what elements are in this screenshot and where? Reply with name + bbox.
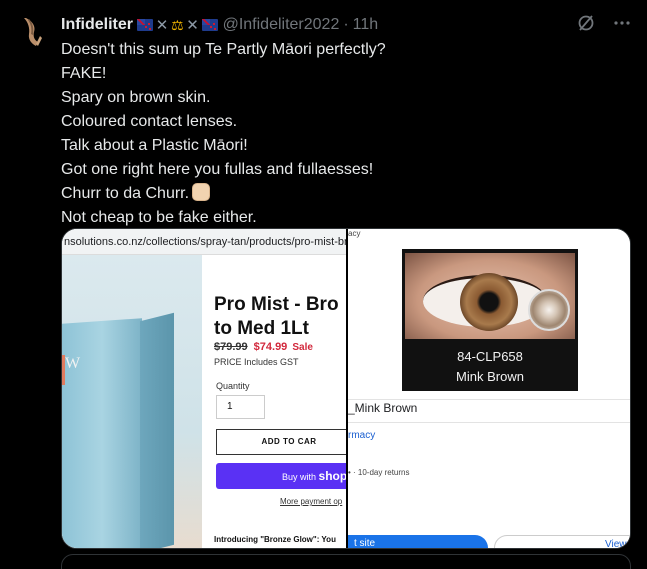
tweet-header: Infideliter ✕ ⚖ ✕ @Infideliter2022 · 11h — [61, 14, 378, 36]
scales-icon: ⚖ — [171, 16, 184, 33]
tweet-line: Not cheap to be fake either. — [61, 209, 257, 226]
quantity-label: Quantity — [216, 381, 250, 391]
shop-pay-button: Buy with shop — [216, 463, 346, 489]
lens-product-image: 84-CLP658 Mink Brown — [402, 249, 578, 391]
product-box-side — [140, 312, 174, 548]
eye-iris — [460, 273, 518, 331]
tweet-line: Churr to da Churr. — [61, 182, 631, 206]
browser-url-fragment: acy — [348, 229, 630, 241]
lens-name: Mink Brown — [456, 369, 524, 384]
shop-pay-brand: shop — [318, 469, 346, 483]
more-options-icon[interactable] — [613, 14, 631, 32]
browser-url-bar: nsolutions.co.nz/collections/spray-tan/p… — [62, 229, 346, 255]
display-name[interactable]: Infideliter — [61, 16, 133, 34]
user-handle[interactable]: @Infideliter2022 — [223, 16, 340, 34]
sale-label: Sale — [292, 342, 313, 353]
tweet-line: Doesn't this sum up Te Partly Māori perf… — [61, 41, 386, 58]
lens-code: 84-CLP658 — [457, 349, 523, 364]
tweet-line: FAKE! — [61, 65, 107, 82]
product-box-letter: W — [65, 355, 81, 372]
grok-icon[interactable] — [577, 14, 595, 32]
media-grid[interactable]: nsolutions.co.nz/collections/spray-tan/p… — [61, 228, 631, 549]
tweet-line: Talk about a Plastic Māori! — [61, 137, 248, 154]
quantity-field: 1 — [216, 395, 265, 419]
returns-note: • · 10-day returns — [348, 468, 410, 477]
tweet-actions-top — [577, 14, 631, 32]
seller-link: rmacy — [348, 430, 376, 441]
add-to-cart-button: ADD TO CAR — [216, 429, 346, 455]
product-image: W — [62, 255, 202, 548]
product-price: $79.99 $74.99 Sale — [214, 341, 313, 353]
tweet-line: Spary on brown skin. — [61, 89, 211, 106]
tweet-line-text: Churr to da Churr. — [61, 185, 190, 202]
media-image-contact-lens[interactable]: acy 84-CLP658 Mink Brown _Mink Brown rma… — [348, 229, 630, 548]
divider-line — [348, 399, 630, 400]
more-payment-link: More payment op — [280, 497, 343, 506]
divider-line — [348, 422, 630, 423]
product-title-line: Pro Mist - Bro — [214, 294, 339, 315]
eye-photo — [405, 253, 575, 339]
tweet-line: Coloured contact lenses. — [61, 113, 238, 130]
separator-dot: · — [343, 16, 349, 33]
product-title: Pro Mist - Bro to Med 1Lt — [214, 293, 339, 341]
view-button: View — [494, 535, 630, 548]
listing-title: _Mink Brown — [348, 401, 418, 415]
media-image-spray-tan[interactable]: nsolutions.co.nz/collections/spray-tan/p… — [62, 229, 346, 548]
visit-site-button: t site — [348, 535, 488, 548]
gst-note: PRICE Includes GST — [214, 357, 299, 367]
nz-flag-icon — [201, 19, 218, 31]
quoted-content-edge[interactable] — [61, 554, 631, 569]
shop-pay-prefix: Buy with — [282, 472, 317, 482]
product-title-line: to Med 1Lt — [214, 318, 309, 339]
product-box — [62, 318, 142, 548]
x-mark-icon: ✕ — [186, 17, 199, 34]
contact-lens-icon — [528, 289, 570, 331]
header-emoji-group: ✕ ⚖ ✕ — [137, 16, 218, 34]
tweet-text: Doesn't this sum up Te Partly Māori perf… — [61, 38, 631, 230]
nz-flag-icon — [137, 19, 154, 31]
x-mark-icon: ✕ — [155, 17, 169, 34]
tweet-line: Got one right here you fullas and fullae… — [61, 161, 374, 178]
price-old: $79.99 — [214, 341, 248, 353]
raised-fist-icon — [192, 183, 211, 201]
timestamp[interactable]: 11h — [353, 16, 379, 34]
avatar[interactable] — [14, 14, 50, 50]
product-intro: Introducing "Bronze Glow": You — [214, 535, 336, 544]
price-new: $74.99 — [253, 341, 288, 353]
